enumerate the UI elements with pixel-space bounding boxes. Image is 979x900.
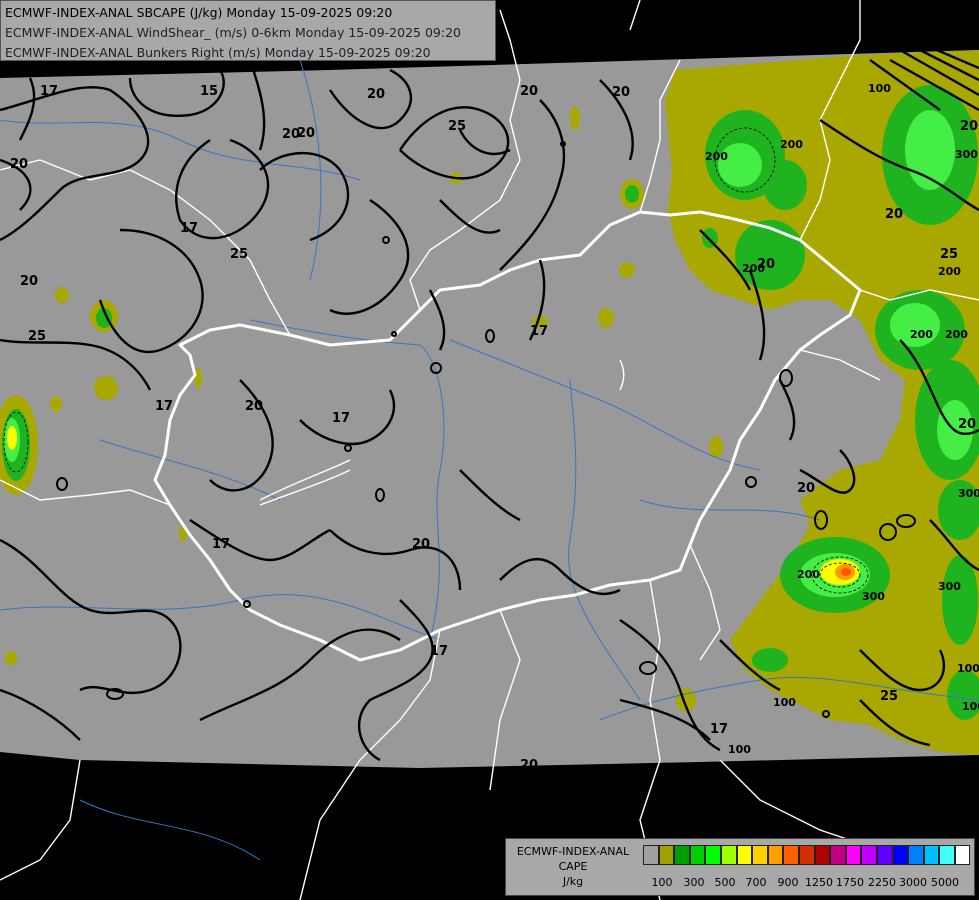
legend-model: ECMWF-INDEX-ANAL [516, 845, 630, 858]
legend-swatch [674, 845, 690, 865]
legend-tick-labels: 100 300 500 700 900 1250 1750 2250 3000 5000 [643, 876, 973, 890]
shear-contour-label: 20 [20, 274, 38, 289]
shear-contour-label: 20 [960, 119, 978, 134]
shear-contour-label: 17 [155, 399, 173, 414]
legend-color-scale [643, 845, 971, 865]
legend-tick-label: 900 [777, 876, 799, 889]
cape-contour-label: 100 [773, 696, 796, 709]
legend-swatch [954, 845, 971, 865]
legend-swatch [658, 845, 675, 865]
legend-tick-label: 5000 [931, 876, 959, 889]
legend-swatch [861, 845, 877, 865]
legend-swatch [939, 845, 955, 865]
cape-contour-label: 100 [728, 743, 751, 756]
cape-contour-label: 200 [938, 265, 961, 278]
title-bunkers: ECMWF-INDEX-ANAL Bunkers Right (m/s) Mon… [5, 45, 431, 60]
legend-swatch [798, 845, 815, 865]
shear-contour-label: 17 [530, 324, 548, 339]
shear-contour-label: 20 [245, 399, 263, 414]
legend-swatch [720, 845, 737, 865]
legend-swatch [908, 845, 924, 865]
legend-variable: CAPE [558, 860, 588, 873]
legend-swatch [736, 845, 753, 865]
cape-contour-label: 300 [955, 148, 978, 161]
shear-contour-label: 20 [520, 758, 538, 773]
map-stage: 17 15 20 17 20 25 17 20 20 17 25 17 20 20 17 20 17 20 20 25… [0, 0, 979, 900]
cape-contour-label: 100 [868, 82, 891, 95]
legend-swatch [814, 845, 831, 865]
map-title-box: ECMWF-INDEX-ANAL SBCAPE (J/kg) Monday 15… [0, 0, 496, 61]
shear-contour-label: 17 [430, 644, 448, 659]
legend-swatch [783, 845, 799, 865]
legend-tick-label: 3000 [899, 876, 927, 889]
legend-swatch [923, 845, 940, 865]
legend-tick-label: 100 [651, 876, 673, 889]
shear-contour-label: 17 [212, 537, 230, 552]
cape-contour-label: 300 [862, 590, 885, 603]
cape-contour-label: 200 [945, 328, 968, 341]
cape-contour-label: 200 [780, 138, 803, 151]
cape-contour-label: 200 [797, 568, 820, 581]
shear-contour-label: 20 [885, 207, 903, 222]
shear-contour-label: 17 [40, 84, 58, 99]
shear-contour-label: 20 [520, 84, 538, 99]
weather-map: 17 15 20 17 20 25 17 20 20 17 25 17 20 20 17 20 17 20 20 25… [0, 0, 979, 900]
shear-contour-label: 17 [710, 722, 728, 737]
shear-contour-label: 20 [797, 481, 815, 496]
legend-swatch [705, 845, 721, 865]
cape-contour-label: 200 [705, 150, 728, 163]
legend-swatch [643, 845, 659, 865]
shear-contour-label: 20 [612, 85, 630, 100]
cape-contour-label: 100 [957, 662, 979, 675]
legend-title: ECMWF-INDEX-ANAL CAPE J/kg [508, 844, 638, 889]
legend-unit: J/kg [562, 875, 584, 888]
shear-contour-label: 15 [200, 84, 218, 99]
legend-swatch [752, 845, 768, 865]
shear-contour-label: 20 [958, 417, 976, 432]
shear-contour-label: 20 [367, 87, 385, 102]
legend-tick-label: 500 [714, 876, 736, 889]
cape-contour-label: 100 [962, 700, 979, 713]
legend-tick-label: 2250 [868, 876, 896, 889]
title-sbcape: ECMWF-INDEX-ANAL SBCAPE (J/kg) Monday 15… [5, 5, 393, 20]
legend-swatch [830, 845, 846, 865]
shear-contour-label: 17 [180, 221, 198, 236]
legend-tick-label: 1750 [836, 876, 864, 889]
shear-contour-label: 25 [940, 247, 958, 262]
shear-contour-label: 25 [448, 119, 466, 134]
legend-tick-label: 700 [745, 876, 767, 889]
cape-contour-label: 200 [742, 262, 765, 275]
shear-contour-label: 20 [10, 157, 28, 172]
shear-contour-label: 17 [332, 411, 350, 426]
legend-swatch [892, 845, 909, 865]
legend-tick-label: 300 [683, 876, 705, 889]
cape-legend: ECMWF-INDEX-ANAL CAPE J/kg 100 300 500 700 9… [505, 838, 975, 896]
shear-contour-label: 25 [880, 689, 898, 704]
shear-contour-label: 25 [230, 247, 248, 262]
cape-contour-label: 200 [910, 328, 933, 341]
shear-contour-label: 25 [28, 329, 46, 344]
cape-contour-label: 300 [958, 487, 979, 500]
legend-swatch [845, 845, 862, 865]
shear-contour-label: 20 [282, 127, 300, 142]
shear-contour-label: 20 [412, 537, 430, 552]
legend-swatch [767, 845, 784, 865]
legend-swatch [689, 845, 706, 865]
title-windshear: ECMWF-INDEX-ANAL WindShear_ (m/s) 0-6km … [5, 25, 461, 40]
legend-tick-label: 1250 [805, 876, 833, 889]
legend-swatch [876, 845, 893, 865]
cape-contour-label: 300 [938, 580, 961, 593]
